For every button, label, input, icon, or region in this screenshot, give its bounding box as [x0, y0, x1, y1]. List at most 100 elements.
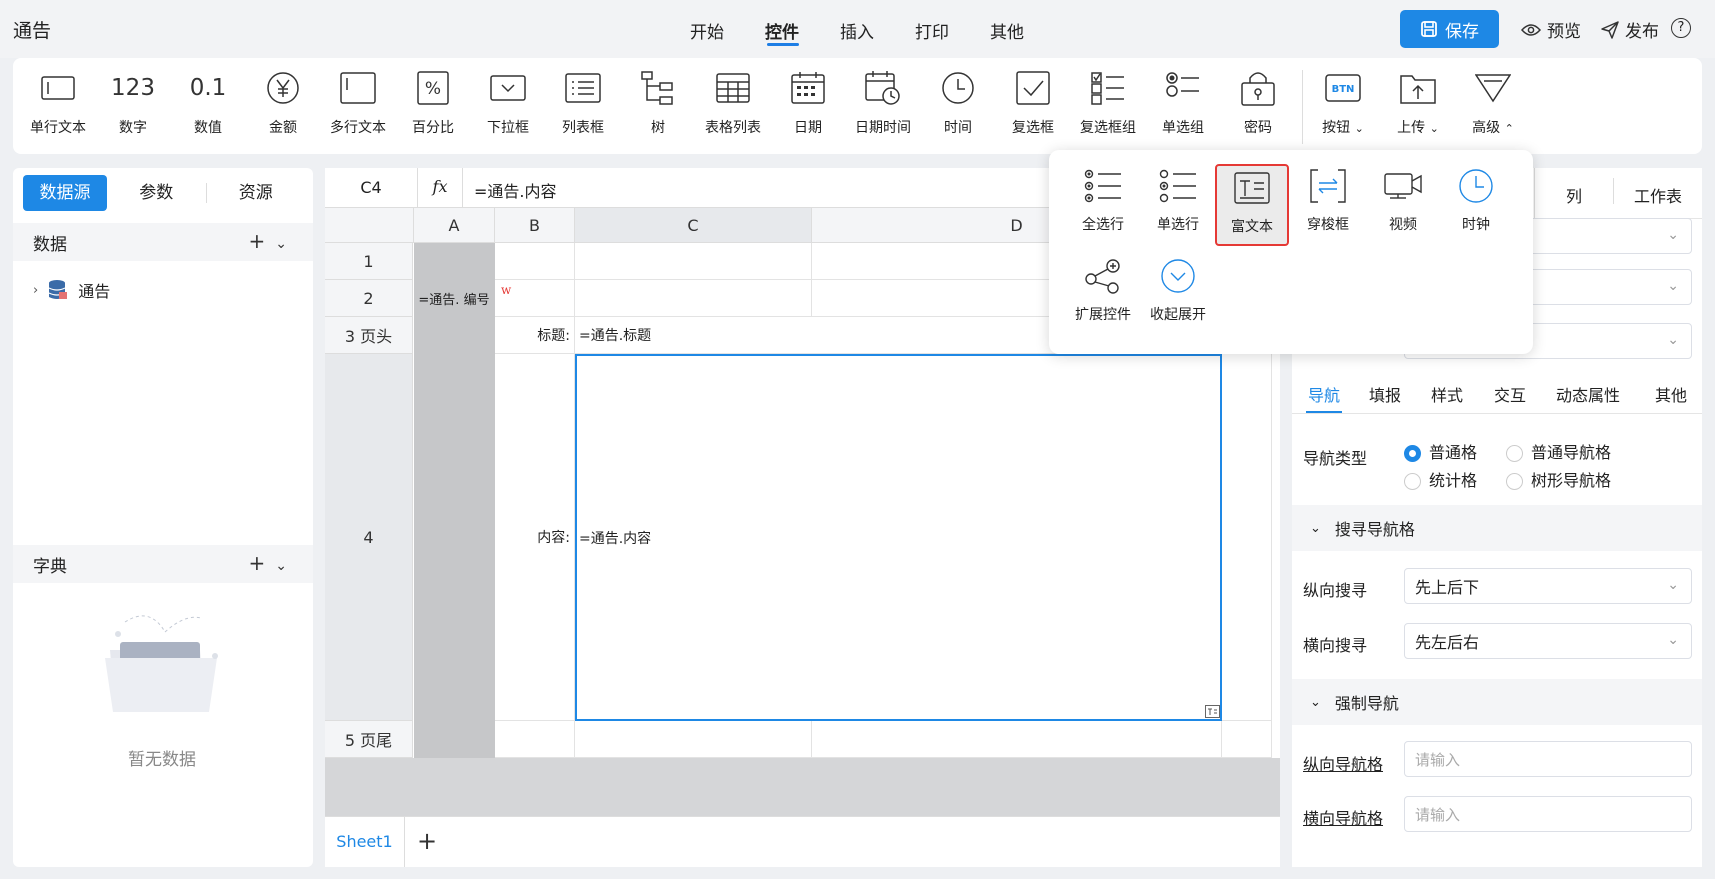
popup-clock[interactable]: 时钟 [1441, 164, 1511, 234]
tool-decimal[interactable]: 0.1 数值 [172, 68, 244, 137]
listbox-icon [547, 68, 619, 108]
chevron-right-icon[interactable]: › [33, 283, 38, 298]
cell-e4[interactable] [1222, 354, 1272, 721]
tool-date[interactable]: 日期 [772, 68, 844, 137]
cell-b2[interactable]: w [495, 280, 575, 317]
tool-upload[interactable]: 上传 ⌄ [1382, 68, 1454, 137]
tool-dropdown[interactable]: 下拉框 [472, 68, 544, 137]
chevron-down-icon[interactable]: ⌄ [275, 558, 297, 574]
tab-column[interactable]: 列 [1566, 183, 1582, 207]
tab-fill[interactable]: 填报 [1369, 382, 1401, 406]
tool-table-list[interactable]: 表格列表 [697, 68, 769, 137]
menu-tab-controls[interactable]: 控件 [765, 18, 799, 43]
force-nav-section[interactable]: ⌄ 强制导航 [1292, 679, 1702, 725]
row-header-4[interactable]: 4 [325, 354, 413, 721]
tab-resources[interactable]: 资源 [207, 175, 306, 211]
row-header-1[interactable]: 1 [325, 243, 413, 280]
tab-worksheet[interactable]: 工作表 [1634, 183, 1682, 207]
sheet-tab-sheet1[interactable]: Sheet1 [325, 817, 405, 867]
cell-reference[interactable]: C4 [325, 168, 418, 208]
cell-d5[interactable] [812, 721, 1222, 758]
cell-c5[interactable] [575, 721, 812, 758]
tool-single-line-text[interactable]: 单行文本 [22, 68, 94, 137]
tab-interaction[interactable]: 交互 [1494, 382, 1526, 406]
preview-button[interactable]: 预览 [1521, 17, 1581, 42]
cell-b3[interactable]: 标题: [495, 317, 575, 354]
cell-c4-selected[interactable]: =通告.内容 [575, 354, 1222, 721]
tool-datetime[interactable]: 日期时间 [847, 68, 919, 137]
popup-rich-text[interactable]: 富文本 [1215, 164, 1289, 246]
row-header-5[interactable]: 5 页尾 [325, 721, 413, 758]
popup-select-single-row[interactable]: 单选行 [1143, 164, 1213, 234]
fx-icon[interactable]: fx [418, 168, 463, 208]
formula-input[interactable]: =通告.内容 [474, 178, 557, 202]
col-header-c[interactable]: C [575, 208, 812, 243]
vertical-nav-label[interactable]: 纵向导航格 [1303, 751, 1383, 775]
cell-b4[interactable]: 内容: [495, 354, 575, 721]
add-sheet-button[interactable]: + [417, 827, 437, 855]
active-tab-indicator [767, 43, 799, 46]
col-header-b[interactable]: B [495, 208, 575, 243]
vertical-nav-input[interactable]: 请输入 [1404, 741, 1692, 777]
upload-folder-icon [1382, 68, 1454, 108]
cell-e5[interactable] [1222, 721, 1272, 758]
tool-percent[interactable]: % 百分比 [397, 68, 469, 137]
horizontal-nav-label[interactable]: 横向导航格 [1303, 805, 1383, 829]
tab-style[interactable]: 样式 [1431, 382, 1463, 406]
cell-b1[interactable] [495, 243, 575, 280]
corner-cell[interactable] [325, 208, 414, 243]
cell-b5[interactable] [495, 721, 575, 758]
col-header-a[interactable]: A [414, 208, 495, 243]
tab-params[interactable]: 参数 [107, 175, 206, 211]
add-icon[interactable]: + [249, 229, 276, 253]
vertical-search-select[interactable]: 先上后下 ⌄ [1404, 568, 1692, 604]
tool-password[interactable]: 密码 [1222, 68, 1294, 137]
tool-multiline-text[interactable]: 多行文本 [322, 68, 394, 137]
table-icon [697, 68, 769, 108]
cell-c2[interactable] [575, 280, 812, 317]
add-icon[interactable]: + [249, 551, 276, 575]
radio-normal-nav-cell[interactable]: 普通导航格 [1506, 439, 1611, 463]
radio-stat-cell[interactable]: 统计格 [1404, 467, 1477, 491]
tool-button[interactable]: BTN 按钮 ⌄ [1307, 68, 1379, 137]
horizontal-nav-input[interactable]: 请输入 [1404, 796, 1692, 832]
radio-tree-nav-cell[interactable]: 树形导航格 [1506, 467, 1611, 491]
tool-number[interactable]: 123 数字 [97, 68, 169, 137]
publish-button[interactable]: 发布 [1601, 17, 1659, 42]
tool-advanced[interactable]: 高级 ⌃ [1457, 68, 1529, 137]
horizontal-search-select[interactable]: 先左后右 ⌄ [1404, 623, 1692, 659]
tab-other[interactable]: 其他 [1655, 382, 1687, 406]
tab-datasource[interactable]: 数据源 [23, 175, 107, 211]
popup-transfer[interactable]: 穿梭框 [1293, 164, 1363, 234]
yen-circle-icon [247, 68, 319, 108]
popup-extension-control[interactable]: 扩展控件 [1068, 254, 1138, 324]
popup-collapse-expand[interactable]: 收起展开 [1143, 254, 1213, 324]
tab-dynamic-props[interactable]: 动态属性 [1556, 382, 1620, 406]
chevron-down-icon[interactable]: ⌄ [275, 236, 297, 252]
help-icon[interactable]: ? [1671, 18, 1691, 38]
search-nav-section[interactable]: ⌄ 搜寻导航格 [1292, 505, 1702, 551]
menu-tab-print[interactable]: 打印 [915, 18, 949, 43]
cell-a2[interactable]: =通告. 编号 [414, 280, 495, 317]
row-header-3[interactable]: 3 页头 [325, 317, 413, 354]
row-header-2[interactable]: 2 [325, 280, 413, 317]
popup-select-all-rows[interactable]: 全选行 [1068, 164, 1138, 234]
tool-amount[interactable]: 金额 [247, 68, 319, 137]
menu-tab-insert[interactable]: 插入 [840, 18, 874, 43]
chevron-down-icon: ⌄ [1310, 694, 1321, 710]
tool-tree[interactable]: 树 [622, 68, 694, 137]
save-button[interactable]: 保存 [1400, 10, 1499, 48]
menu-tab-start[interactable]: 开始 [690, 18, 724, 43]
tool-checkbox[interactable]: 复选框 [997, 68, 1069, 137]
tab-navigation[interactable]: 导航 [1308, 382, 1340, 406]
popup-video[interactable]: 视频 [1368, 164, 1438, 234]
tree-item-notice[interactable]: › 通告 [33, 278, 110, 302]
tool-radio-group[interactable]: 单选组 [1147, 68, 1219, 137]
tool-listbox[interactable]: 列表框 [547, 68, 619, 137]
tool-time[interactable]: 时间 [922, 68, 994, 137]
preview-label: 预览 [1547, 22, 1581, 42]
menu-tab-other[interactable]: 其他 [990, 18, 1024, 43]
cell-c1[interactable] [575, 243, 812, 280]
tool-checkbox-group[interactable]: 复选框组 [1072, 68, 1144, 137]
radio-normal-cell[interactable]: 普通格 [1404, 439, 1477, 463]
